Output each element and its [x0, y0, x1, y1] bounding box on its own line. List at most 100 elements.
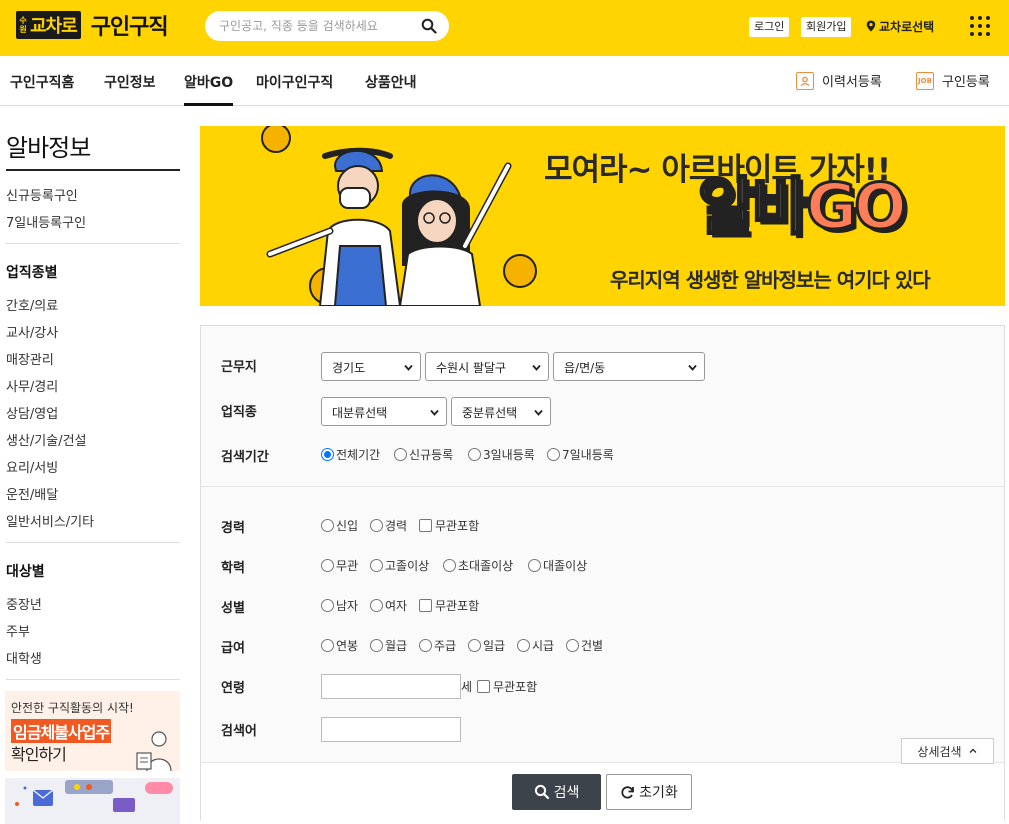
site-logo[interactable]: 수원 교차로 구인구직 — [16, 10, 169, 40]
radio[interactable] — [443, 559, 456, 572]
period-option-3days[interactable]: 3일내등록 — [468, 446, 535, 463]
menu-grid-icon[interactable] — [970, 16, 990, 36]
radio[interactable] — [517, 639, 530, 652]
radio[interactable] — [468, 448, 481, 461]
salary-option-label: 건별 — [581, 639, 604, 653]
radio-checked[interactable] — [321, 448, 334, 461]
keyword-input[interactable] — [321, 717, 461, 742]
radio[interactable] — [370, 639, 383, 652]
checkbox[interactable] — [419, 519, 432, 532]
radio[interactable] — [321, 639, 334, 652]
logo-title: 구인구직 — [90, 15, 169, 40]
map-pin-icon — [866, 20, 876, 32]
chevron-down-icon — [532, 364, 541, 371]
age-any-checkbox[interactable]: 무관포함 — [477, 678, 537, 695]
career-option-new[interactable]: 신입 — [321, 517, 358, 534]
nav-item-albago[interactable]: 알바GO — [184, 72, 234, 106]
sidebar-item-new[interactable]: 신규등록구인 — [6, 185, 78, 204]
salary-option-per-task[interactable]: 건별 — [566, 637, 603, 654]
gender-option-female[interactable]: 여자 — [370, 597, 407, 614]
checkbox[interactable] — [419, 599, 432, 612]
radio[interactable] — [566, 639, 579, 652]
city-value: 수원시 팔달구 — [436, 361, 507, 375]
salary-option-monthly[interactable]: 월급 — [370, 637, 407, 654]
town-select[interactable]: 읍/면/동 — [553, 352, 705, 381]
period-option-7days[interactable]: 7일내등록 — [547, 446, 614, 463]
sidebar-item-teacher[interactable]: 교사/강사 — [6, 322, 58, 341]
nav-item-jobs[interactable]: 구인정보 — [104, 72, 156, 106]
education-option-college[interactable]: 초대졸이상 — [443, 557, 513, 574]
sidebar-item-cooking[interactable]: 요리/서빙 — [6, 457, 58, 476]
resume-register-link[interactable]: 이력서등록 — [796, 71, 882, 90]
career-any-checkbox[interactable]: 무관포함 — [419, 517, 479, 534]
albago-banner[interactable]: 모여라~ 아르바이트 가자!! 알바GO 우리지역 생생한 알바정보는 여기다 … — [200, 126, 1005, 306]
sidebar-item-student[interactable]: 대학생 — [6, 648, 42, 667]
radio[interactable] — [370, 519, 383, 532]
sidebar-item-7days[interactable]: 7일내등록구인 — [6, 212, 86, 231]
education-option-any[interactable]: 무관 — [321, 557, 358, 574]
salary-option-annual[interactable]: 연봉 — [321, 637, 358, 654]
age-input[interactable] — [321, 674, 461, 699]
mail-illustration-icon — [15, 780, 173, 812]
top-bar: 수원 교차로 구인구직 로그인 회원가입 교차로선택 — [0, 0, 1009, 56]
location-select[interactable]: 교차로선택 — [866, 17, 934, 35]
minor-category-select[interactable]: 중분류선택 — [451, 397, 551, 426]
sidebar-item-housewife[interactable]: 주부 — [6, 621, 30, 640]
banner-subline: 우리지역 생생한 알바정보는 여기다 있다 — [610, 268, 931, 292]
age-unit: 세 — [461, 680, 473, 694]
province-select[interactable]: 경기도 — [321, 352, 421, 381]
education-option-university[interactable]: 대졸이상 — [528, 557, 587, 574]
career-option-exp[interactable]: 경력 — [370, 517, 407, 534]
sidebar-item-service[interactable]: 일반서비스/기타 — [6, 511, 94, 530]
second-ad-banner[interactable] — [5, 778, 180, 824]
chevron-up-icon — [969, 748, 977, 753]
job-register-link[interactable]: JOB 구인등록 — [916, 71, 990, 90]
period-option-all[interactable]: 전체기간 — [321, 446, 380, 463]
period-option-label: 3일내등록 — [483, 448, 535, 462]
radio[interactable] — [528, 559, 541, 572]
radio[interactable] — [468, 639, 481, 652]
salary-option-daily[interactable]: 일급 — [468, 637, 505, 654]
wage-arrears-ad-banner[interactable]: 안전한 구직활동의 시작! 임금체불사업주 확인하기 — [5, 691, 180, 771]
salary-option-hourly[interactable]: 시급 — [517, 637, 554, 654]
radio[interactable] — [394, 448, 407, 461]
radio[interactable] — [370, 559, 383, 572]
signup-link[interactable]: 회원가입 — [801, 17, 852, 37]
province-value: 경기도 — [332, 361, 366, 375]
period-option-new[interactable]: 신규등록 — [394, 446, 453, 463]
logo-brand: 교차로 — [30, 16, 78, 37]
nav-item-products[interactable]: 상품안내 — [365, 72, 417, 106]
education-option-highschool[interactable]: 고졸이상 — [370, 557, 429, 574]
search-button-label: 검색 — [553, 785, 580, 801]
login-link[interactable]: 로그인 — [749, 17, 790, 37]
sidebar-item-office[interactable]: 사무/경리 — [6, 376, 58, 395]
sidebar-item-driving[interactable]: 운전/배달 — [6, 484, 58, 503]
search-icon — [534, 784, 549, 800]
sidebar-item-sales[interactable]: 상담/영업 — [6, 403, 58, 422]
city-select[interactable]: 수원시 팔달구 — [425, 352, 549, 381]
reset-button[interactable]: 초기화 — [606, 774, 692, 810]
checkbox[interactable] — [477, 680, 490, 693]
radio[interactable] — [321, 519, 334, 532]
gender-option-male[interactable]: 남자 — [321, 597, 358, 614]
sidebar-item-production[interactable]: 생산/기술/건설 — [6, 430, 87, 449]
search-input[interactable] — [219, 17, 415, 35]
radio[interactable] — [321, 559, 334, 572]
nav-item-my[interactable]: 마이구인구직 — [256, 72, 333, 106]
major-category-select[interactable]: 대분류선택 — [321, 397, 447, 426]
sidebar-item-senior[interactable]: 중장년 — [6, 594, 42, 613]
sidebar-item-store[interactable]: 매장관리 — [6, 349, 54, 368]
chevron-down-icon — [430, 409, 439, 416]
gender-any-checkbox[interactable]: 무관포함 — [419, 597, 479, 614]
nav-item-home[interactable]: 구인구직홈 — [10, 72, 74, 106]
radio[interactable] — [547, 448, 560, 461]
search-icon[interactable] — [421, 18, 437, 34]
radio[interactable] — [370, 599, 383, 612]
salary-option-weekly[interactable]: 주급 — [419, 637, 456, 654]
radio[interactable] — [321, 599, 334, 612]
search-button[interactable]: 검색 — [512, 774, 601, 810]
keyword-label: 검색어 — [221, 724, 257, 739]
radio[interactable] — [419, 639, 432, 652]
detail-search-button[interactable]: 상세검색 — [901, 738, 994, 764]
sidebar-item-medical[interactable]: 간호/의료 — [6, 295, 58, 314]
